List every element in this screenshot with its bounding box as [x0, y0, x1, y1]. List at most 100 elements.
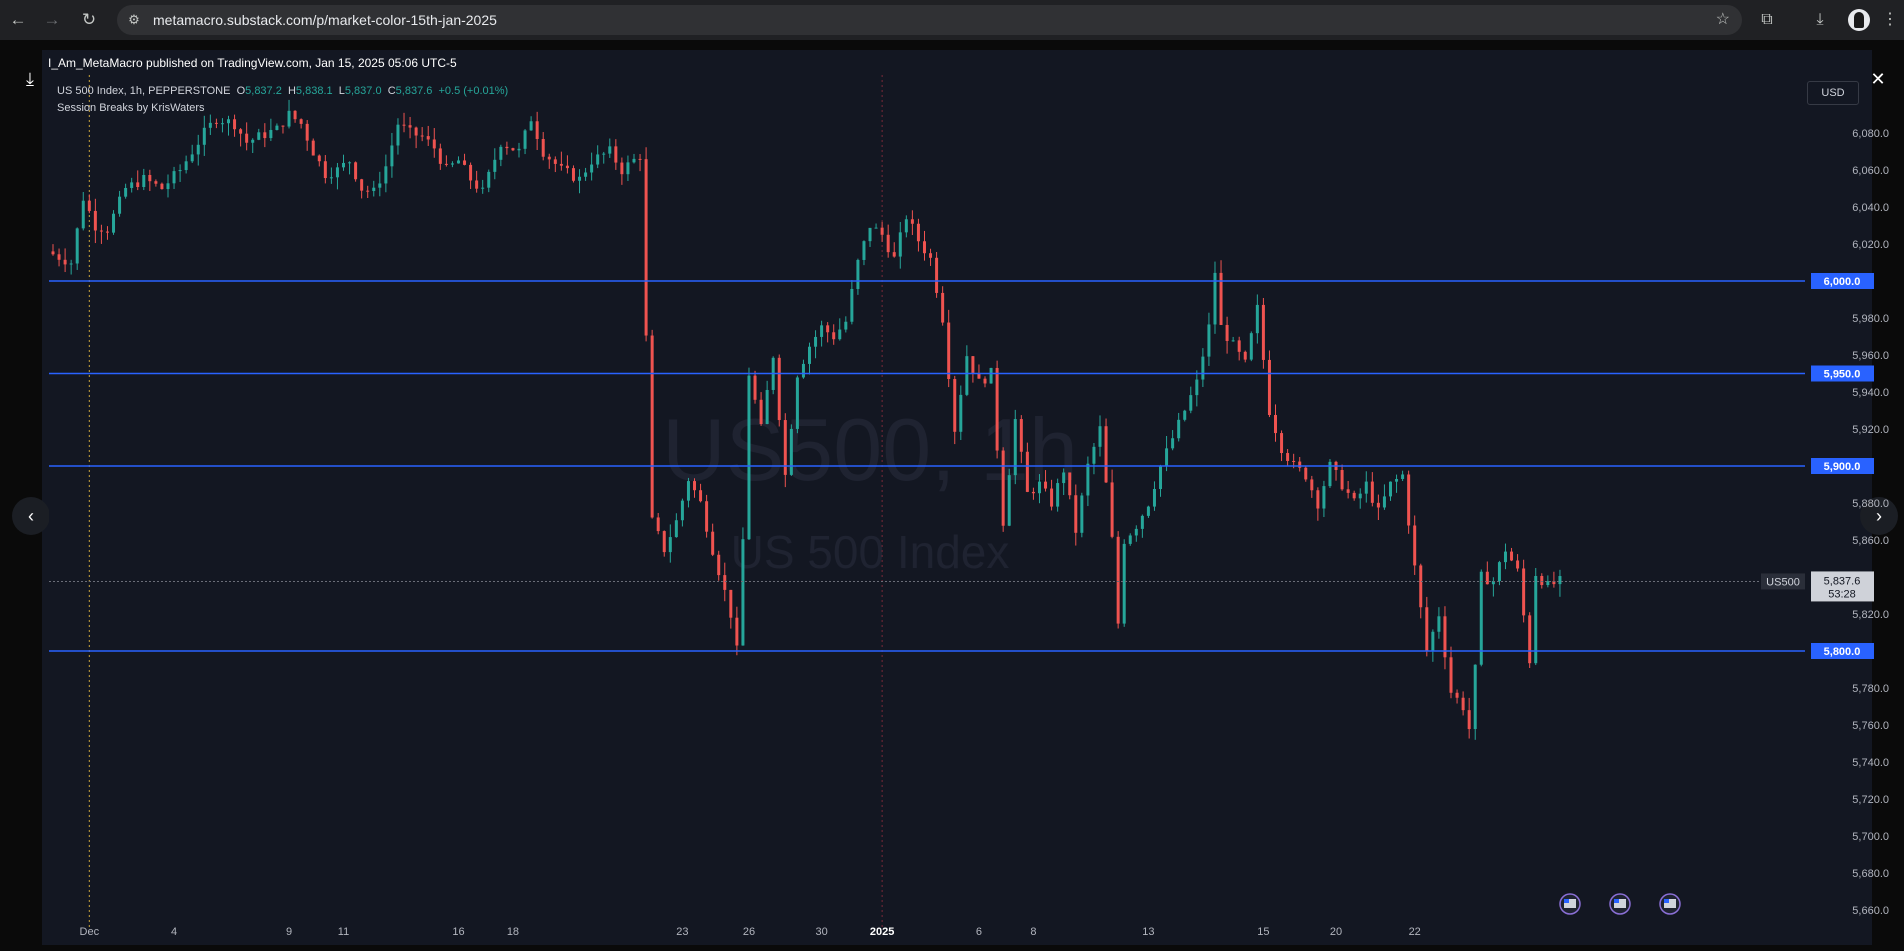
candle-body: [1280, 433, 1284, 454]
candle-body: [372, 187, 376, 192]
candle-body: [1310, 479, 1314, 491]
candle-body: [75, 228, 79, 264]
candle-body: [51, 251, 55, 255]
candle-body: [547, 156, 551, 160]
candle-body: [1128, 535, 1132, 544]
high-value: 5,838.1: [295, 85, 333, 97]
candle-body: [184, 161, 188, 171]
candle-body: [741, 539, 745, 646]
candle-body: [99, 230, 103, 232]
candle-body: [1352, 492, 1356, 499]
candle-body: [463, 160, 467, 165]
candle-body: [487, 171, 491, 188]
candle-body: [1346, 489, 1350, 493]
candle-body: [983, 378, 987, 384]
y-tick-label: 5,940.0: [1852, 387, 1889, 399]
candle-body: [148, 174, 152, 182]
x-tick-label: 23: [676, 926, 688, 938]
y-tick-label: 5,660.0: [1852, 905, 1889, 917]
candle-body: [971, 356, 975, 373]
level-price-label: 6,000.0: [1824, 276, 1861, 288]
change-value: +0.5 (+0.01%): [438, 85, 509, 97]
candle-body: [136, 182, 140, 187]
candle-body: [941, 292, 945, 323]
candle-body: [1316, 490, 1320, 509]
candle-body: [87, 200, 91, 211]
x-tick-label: 2025: [870, 926, 894, 938]
candle-body: [1122, 543, 1126, 624]
candle-body: [1425, 607, 1429, 651]
candle-body: [814, 336, 818, 347]
candle-body: [1467, 710, 1471, 730]
candle-body: [1031, 491, 1035, 494]
candle-body: [1261, 304, 1265, 360]
candle-body: [1098, 426, 1102, 447]
close-value: 5,837.6: [395, 85, 433, 97]
close-label: C: [387, 85, 396, 97]
candle-body: [880, 227, 884, 235]
y-tick-label: 5,820.0: [1852, 609, 1889, 621]
y-tick-label: 5,720.0: [1852, 794, 1889, 806]
candle-body: [1407, 474, 1411, 526]
candle-body: [838, 329, 842, 340]
x-tick-label: 16: [452, 926, 464, 938]
high-label: H: [287, 85, 296, 97]
candle-body: [1413, 525, 1417, 566]
candle-body: [935, 257, 939, 293]
candle-body: [1298, 461, 1302, 468]
candle-body: [57, 254, 61, 260]
candle-body: [408, 125, 412, 128]
price-chart[interactable]: US500, 1hUS 500 Index6,000.05,950.05,900…: [0, 0, 1904, 951]
candle-body: [596, 154, 600, 165]
candle-body: [868, 227, 872, 242]
candle-body: [559, 163, 563, 166]
candle-body: [1019, 419, 1023, 452]
candle-body: [711, 531, 715, 555]
candle-body: [499, 146, 503, 160]
x-tick-label: 26: [743, 926, 755, 938]
symbol-label: US 500 Index, 1h, PEPPERSTONE: [57, 85, 231, 97]
candle-body: [1116, 536, 1120, 624]
candle-body: [808, 346, 811, 364]
candle-body: [565, 165, 569, 169]
candle-body: [614, 146, 618, 163]
candle-body: [929, 253, 933, 258]
candle-body: [1255, 304, 1259, 334]
y-tick-label: 5,760.0: [1852, 720, 1889, 732]
candle-body: [214, 122, 218, 124]
candle-body: [1165, 448, 1169, 466]
candle-body: [1152, 488, 1156, 507]
candle-body: [1189, 395, 1193, 411]
candle-body: [1134, 528, 1138, 536]
candle-body: [904, 219, 908, 233]
candle-body: [1140, 515, 1144, 529]
candle-body: [686, 481, 690, 501]
candle-body: [578, 176, 582, 181]
candle-body: [450, 163, 454, 165]
candle-body: [644, 159, 648, 336]
candle-body: [112, 213, 116, 233]
candle-body: [590, 164, 594, 173]
ohlc-legend: US 500 Index, 1h, PEPPERSTONE O5,837.2 H…: [57, 85, 508, 97]
open-label: O: [236, 85, 246, 97]
currency-button[interactable]: USD: [1807, 81, 1859, 105]
candle-body: [1304, 467, 1308, 480]
candle-body: [1249, 333, 1253, 360]
candle-body: [1080, 495, 1084, 533]
candle-body: [1146, 506, 1150, 516]
candle-body: [1195, 379, 1199, 396]
candle-body: [275, 125, 279, 130]
us-flag-canton-icon: [1614, 899, 1619, 903]
candle-body: [360, 179, 364, 191]
candle-body: [257, 132, 261, 140]
candle-body: [341, 162, 345, 168]
candle-body: [118, 196, 122, 214]
candle-body: [1485, 571, 1489, 585]
candle-body: [844, 321, 848, 330]
candle-body: [293, 110, 297, 120]
candle-body: [584, 172, 588, 177]
open-value: 5,837.2: [245, 85, 282, 97]
candle-body: [1497, 562, 1501, 582]
candle-body: [287, 110, 291, 127]
candle-body: [281, 125, 285, 127]
